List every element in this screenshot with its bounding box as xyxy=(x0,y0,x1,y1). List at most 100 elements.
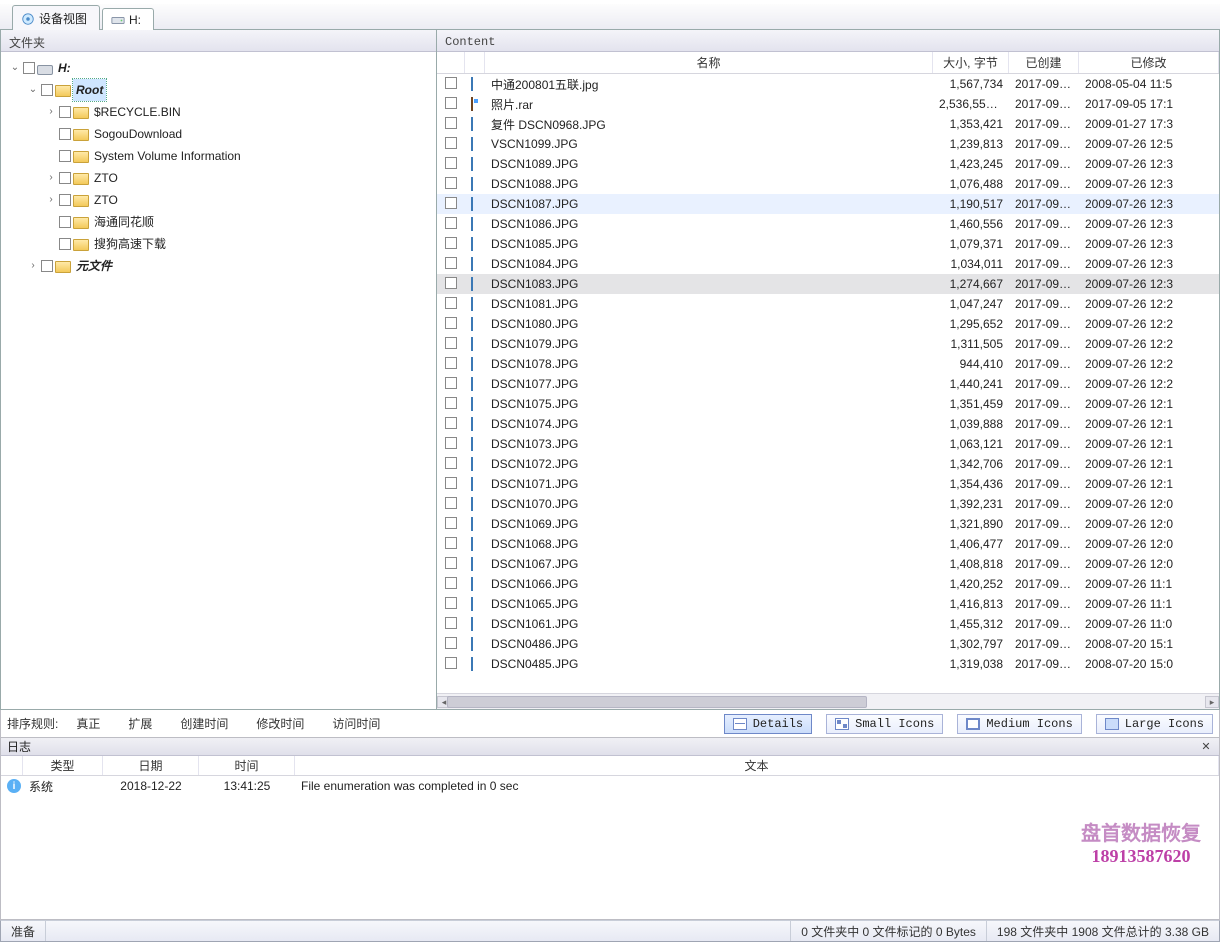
row-checkbox[interactable] xyxy=(445,577,457,589)
file-row[interactable]: DSCN1083.JPG1,274,6672017-09-...2009-07-… xyxy=(437,274,1219,294)
row-checkbox[interactable] xyxy=(445,237,457,249)
file-row[interactable]: DSCN1089.JPG1,423,2452017-09-...2009-07-… xyxy=(437,154,1219,174)
row-checkbox[interactable] xyxy=(445,397,457,409)
file-row[interactable]: DSCN1086.JPG1,460,5562017-09-...2009-07-… xyxy=(437,214,1219,234)
sort-button[interactable]: 修改时间 xyxy=(252,715,308,733)
row-checkbox[interactable] xyxy=(445,517,457,529)
row-checkbox[interactable] xyxy=(445,337,457,349)
tree-collapse-icon[interactable]: ⌄ xyxy=(9,58,21,78)
file-row[interactable]: DSCN1072.JPG1,342,7062017-09-...2009-07-… xyxy=(437,454,1219,474)
row-checkbox[interactable] xyxy=(445,177,457,189)
file-row[interactable]: DSCN1078.JPG944,4102017-09-...2009-07-26… xyxy=(437,354,1219,374)
tree-checkbox[interactable] xyxy=(59,194,71,206)
tab-device-view[interactable]: 设备视图 xyxy=(12,5,100,30)
row-checkbox[interactable] xyxy=(445,377,457,389)
tree-meta-label[interactable]: 元文件 xyxy=(73,255,115,277)
log-col-text[interactable]: 文本 xyxy=(295,756,1219,775)
file-row[interactable]: DSCN1071.JPG1,354,4362017-09-...2009-07-… xyxy=(437,474,1219,494)
row-checkbox[interactable] xyxy=(445,637,457,649)
tree-checkbox[interactable] xyxy=(59,238,71,250)
file-row[interactable]: 照片.rar2,536,550,...2017-09-...2017-09-05… xyxy=(437,94,1219,114)
col-size[interactable]: 大小, 字节 xyxy=(933,52,1009,73)
col-modified[interactable]: 已修改 xyxy=(1079,52,1219,73)
file-row[interactable]: DSCN1065.JPG1,416,8132017-09-...2009-07-… xyxy=(437,594,1219,614)
row-checkbox[interactable] xyxy=(445,217,457,229)
file-row[interactable]: DSCN1073.JPG1,063,1212017-09-...2009-07-… xyxy=(437,434,1219,454)
row-checkbox[interactable] xyxy=(445,137,457,149)
view-small-icons-button[interactable]: Small Icons xyxy=(826,714,943,734)
file-row[interactable]: DSCN1080.JPG1,295,6522017-09-...2009-07-… xyxy=(437,314,1219,334)
log-col-time[interactable]: 时间 xyxy=(199,756,295,775)
file-row[interactable]: DSCN1070.JPG1,392,2312017-09-...2009-07-… xyxy=(437,494,1219,514)
log-col-type[interactable]: 类型 xyxy=(23,756,103,775)
row-checkbox[interactable] xyxy=(445,617,457,629)
tree-checkbox[interactable] xyxy=(59,150,71,162)
file-row[interactable]: DSCN1077.JPG1,440,2412017-09-...2009-07-… xyxy=(437,374,1219,394)
tree-drive-label[interactable]: H: xyxy=(55,57,74,79)
file-row[interactable]: DSCN1074.JPG1,039,8882017-09-...2009-07-… xyxy=(437,414,1219,434)
row-checkbox[interactable] xyxy=(445,557,457,569)
tree-expand-icon[interactable]: › xyxy=(27,256,39,276)
row-checkbox[interactable] xyxy=(445,437,457,449)
file-row[interactable]: DSCN1081.JPG1,047,2472017-09-...2009-07-… xyxy=(437,294,1219,314)
close-icon[interactable]: ✕ xyxy=(1199,740,1213,754)
file-row[interactable]: DSCN0486.JPG1,302,7972017-09-...2008-07-… xyxy=(437,634,1219,654)
tree-item-label[interactable]: $RECYCLE.BIN xyxy=(91,101,184,123)
row-checkbox[interactable] xyxy=(445,97,457,109)
file-row[interactable]: DSCN1061.JPG1,455,3122017-09-...2009-07-… xyxy=(437,614,1219,634)
log-header[interactable]: 类型 日期 时间 文本 xyxy=(1,756,1219,776)
tree-checkbox[interactable] xyxy=(23,62,35,74)
file-row[interactable]: DSCN1088.JPG1,076,4882017-09-...2009-07-… xyxy=(437,174,1219,194)
row-checkbox[interactable] xyxy=(445,657,457,669)
row-checkbox[interactable] xyxy=(445,357,457,369)
tree-item-label[interactable]: ZTO xyxy=(91,167,121,189)
view-large-icons-button[interactable]: Large Icons xyxy=(1096,714,1213,734)
row-checkbox[interactable] xyxy=(445,537,457,549)
row-checkbox[interactable] xyxy=(445,117,457,129)
tree-checkbox[interactable] xyxy=(59,128,71,140)
col-name[interactable]: 名称 xyxy=(485,52,933,73)
folder-tree[interactable]: ⌄ H: ⌄ Root xyxy=(1,52,436,709)
sort-button[interactable]: 创建时间 xyxy=(176,715,232,733)
row-checkbox[interactable] xyxy=(445,197,457,209)
file-row[interactable]: DSCN1067.JPG1,408,8182017-09-...2009-07-… xyxy=(437,554,1219,574)
log-row[interactable]: i系统2018-12-2213:41:25File enumeration wa… xyxy=(1,776,1219,796)
file-row[interactable]: DSCN0485.JPG1,319,0382017-09-...2008-07-… xyxy=(437,654,1219,674)
sort-button[interactable]: 真正 xyxy=(72,715,104,733)
file-row[interactable]: DSCN1087.JPG1,190,5172017-09-...2009-07-… xyxy=(437,194,1219,214)
tree-expand-icon[interactable]: › xyxy=(45,190,57,210)
row-checkbox[interactable] xyxy=(445,497,457,509)
tree-item-label[interactable]: System Volume Information xyxy=(91,145,244,167)
tree-expand-icon[interactable]: › xyxy=(45,102,57,122)
tree-item-label[interactable]: ZTO xyxy=(91,189,121,211)
file-row[interactable]: DSCN1085.JPG1,079,3712017-09-...2009-07-… xyxy=(437,234,1219,254)
row-checkbox[interactable] xyxy=(445,457,457,469)
tree-expand-icon[interactable]: › xyxy=(45,168,57,188)
row-checkbox[interactable] xyxy=(445,597,457,609)
tree-item-label[interactable]: 海通同花顺 xyxy=(91,211,157,233)
view-details-button[interactable]: Details xyxy=(724,714,812,734)
row-checkbox[interactable] xyxy=(445,277,457,289)
file-row[interactable]: 中通200801五联.jpg1,567,7342017-09-...2008-0… xyxy=(437,74,1219,94)
row-checkbox[interactable] xyxy=(445,297,457,309)
tree-root-label[interactable]: Root xyxy=(73,79,106,101)
file-row[interactable]: 复件 DSCN0968.JPG1,353,4212017-09-...2009-… xyxy=(437,114,1219,134)
tree-collapse-icon[interactable]: ⌄ xyxy=(27,80,39,100)
file-row[interactable]: DSCN1075.JPG1,351,4592017-09-...2009-07-… xyxy=(437,394,1219,414)
scroll-right-icon[interactable]: ▸ xyxy=(1205,696,1219,708)
row-checkbox[interactable] xyxy=(445,417,457,429)
log-col-date[interactable]: 日期 xyxy=(103,756,199,775)
row-checkbox[interactable] xyxy=(445,317,457,329)
row-checkbox[interactable] xyxy=(445,157,457,169)
horizontal-scrollbar[interactable]: ◂ ▸ xyxy=(437,693,1219,709)
tree-checkbox[interactable] xyxy=(41,84,53,96)
row-checkbox[interactable] xyxy=(445,257,457,269)
file-row[interactable]: DSCN1069.JPG1,321,8902017-09-...2009-07-… xyxy=(437,514,1219,534)
row-checkbox[interactable] xyxy=(445,77,457,89)
tree-item-label[interactable]: SogouDownload xyxy=(91,123,185,145)
row-checkbox[interactable] xyxy=(445,477,457,489)
file-row[interactable]: DSCN1066.JPG1,420,2522017-09-...2009-07-… xyxy=(437,574,1219,594)
col-created[interactable]: 已创建 xyxy=(1009,52,1079,73)
sort-button[interactable]: 扩展 xyxy=(124,715,156,733)
file-grid-header[interactable]: 名称 大小, 字节 已创建 已修改 xyxy=(437,52,1219,74)
